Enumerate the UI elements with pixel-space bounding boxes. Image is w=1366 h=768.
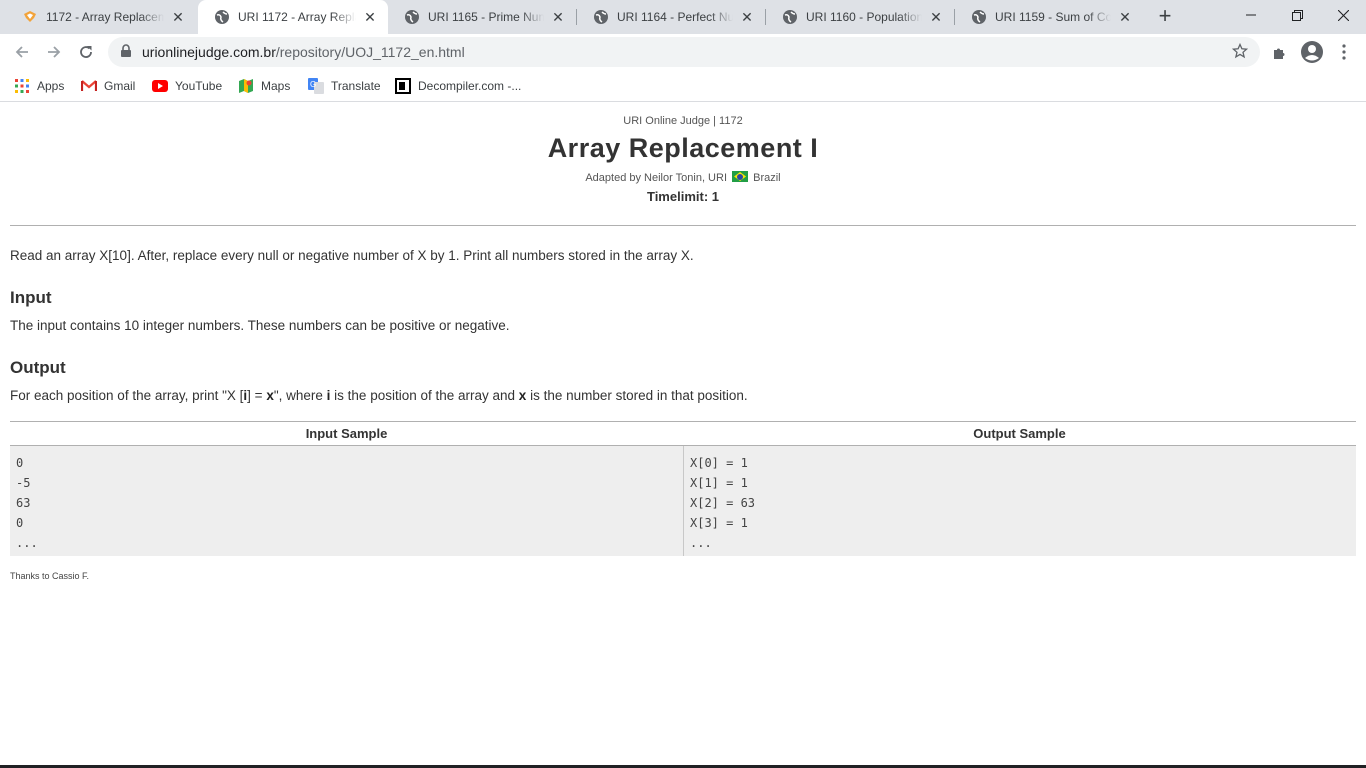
minimize-button[interactable] (1228, 0, 1274, 30)
close-icon[interactable]: ✕ (362, 9, 378, 25)
bookmark-label: YouTube (175, 79, 223, 93)
close-icon[interactable]: ✕ (928, 9, 944, 25)
sample-line: X[2] = 63 (690, 496, 756, 510)
bookmark-label: Translate (331, 79, 381, 93)
brazil-flag-icon (732, 171, 749, 182)
breadcrumb: URI Online Judge | 1172 (623, 115, 743, 127)
output-text: is the position of the array and (330, 388, 519, 403)
decompiler-icon (395, 78, 411, 94)
input-description: The input contains 10 integer numbers. T… (10, 318, 510, 333)
sample-line: 0 (16, 456, 24, 470)
browser-toolbar: urionlinejudge.com.br/repository/UOJ_117… (0, 34, 1366, 70)
output-text: ", where (273, 388, 327, 403)
extensions-puzzle-icon[interactable] (1268, 40, 1292, 64)
bookmark-maps[interactable]: Maps (238, 77, 290, 95)
sample-line: ... (16, 536, 38, 550)
input-heading: Input (10, 288, 52, 307)
input-sample-block[interactable]: 0 -5 63 0 ... (10, 446, 683, 556)
bookmark-label: Apps (37, 79, 65, 93)
thanks-note: Thanks to Cassio F. (10, 571, 90, 581)
tab-uri-1159[interactable]: URI 1159 - Sum of Cons ✕ (955, 0, 1143, 34)
tab-1172-array-replacement[interactable]: 1172 - Array Replaceme ✕ (6, 0, 196, 34)
tab-title: URI 1172 - Array Replac (238, 10, 356, 24)
output-text: For each position of the array, print "X… (10, 388, 244, 403)
url-path: /repository/UOJ_1172_en.html (275, 44, 465, 60)
forward-button[interactable] (40, 38, 68, 66)
problem-page: URI Online Judge | 1172 Array Replacemen… (0, 103, 1366, 765)
bookmarks-bar: Apps Gmail YouTube Maps G Translate Deco… (0, 70, 1366, 102)
translate-icon: G (308, 78, 324, 94)
bookmark-star-icon[interactable] (1231, 42, 1249, 64)
bookmark-gmail[interactable]: Gmail (81, 77, 135, 95)
author-text: Adapted by Neilor Tonin, URI (585, 172, 727, 184)
input-sample-header: Input Sample (305, 426, 388, 441)
bookmark-label: Gmail (104, 79, 136, 93)
sample-line: 0 (16, 516, 24, 530)
tab-uri-1172[interactable]: URI 1172 - Array Replac ✕ (198, 0, 388, 34)
problem-description: Read an array X[10]. After, replace ever… (10, 248, 694, 263)
maps-icon (238, 78, 254, 94)
tab-title: URI 1160 - Population I (806, 10, 922, 24)
youtube-icon (152, 78, 168, 94)
bookmark-label: Decompiler.com -... (418, 79, 522, 93)
output-text: is the number stored in that position. (526, 388, 748, 403)
close-icon[interactable]: ✕ (550, 9, 566, 25)
tab-title: URI 1164 - Perfect Num (617, 10, 733, 24)
tab-title: URI 1165 - Prime Numb (428, 10, 544, 24)
globe-icon (782, 9, 798, 25)
profile-avatar-icon[interactable] (1300, 40, 1324, 64)
sample-line: -5 (16, 476, 31, 490)
author-country: Brazil (753, 172, 781, 184)
output-text: ] = (247, 388, 267, 403)
url-domain: urionlinejudge.com.br (142, 44, 276, 60)
page-title: Array Replacement I (547, 133, 819, 163)
globe-icon (404, 9, 420, 25)
tab-uri-1164[interactable]: URI 1164 - Perfect Num ✕ (577, 0, 765, 34)
globe-icon (593, 9, 609, 25)
sample-line: 63 (16, 496, 31, 510)
bookmark-translate[interactable]: G Translate (308, 77, 381, 95)
tab-strip: 1172 - Array Replaceme ✕ URI 1172 - Arra… (0, 0, 1366, 34)
tab-uri-1165[interactable]: URI 1165 - Prime Numb ✕ (388, 0, 576, 34)
reload-button[interactable] (72, 38, 100, 66)
close-icon[interactable]: ✕ (170, 9, 186, 25)
tab-title: 1172 - Array Replaceme (46, 10, 164, 24)
bookmark-decompiler[interactable]: Decompiler.com -... (395, 77, 521, 95)
timelimit: Timelimit: 1 (646, 189, 719, 204)
sample-table: Input Sample Output Sample 0 -5 63 0 ...… (10, 421, 1356, 556)
restore-button[interactable] (1274, 0, 1320, 30)
bookmark-apps[interactable]: Apps (14, 77, 64, 95)
close-icon[interactable]: ✕ (1117, 9, 1133, 25)
bookmark-youtube[interactable]: YouTube (152, 77, 222, 95)
sample-line: X[3] = 1 (690, 516, 748, 530)
menu-kebab-icon[interactable] (1332, 40, 1356, 64)
output-description: For each position of the array, print "X… (10, 388, 748, 403)
apps-grid-icon (14, 78, 30, 94)
close-window-button[interactable] (1320, 0, 1366, 30)
close-icon[interactable]: ✕ (739, 9, 755, 25)
output-heading: Output (10, 358, 66, 377)
globe-icon (214, 9, 230, 25)
sample-line: X[1] = 1 (690, 476, 748, 490)
sample-line: ... (690, 536, 712, 550)
lock-icon[interactable] (120, 44, 132, 63)
beecrowd-favicon-icon (22, 9, 38, 25)
url-text: urionlinejudge.com.br/repository/UOJ_117… (142, 44, 465, 60)
output-var-x: x (266, 388, 274, 403)
back-button[interactable] (8, 38, 36, 66)
divider (10, 225, 1356, 226)
author-line: Adapted by Neilor Tonin, URI Brazil (0, 171, 1366, 184)
gmail-icon (81, 78, 97, 94)
new-tab-button[interactable]: + (1154, 5, 1176, 28)
output-sample-block[interactable]: X[0] = 1 X[1] = 1 X[2] = 63 X[3] = 1 ... (684, 446, 1356, 556)
address-bar[interactable]: urionlinejudge.com.br/repository/UOJ_117… (108, 37, 1260, 67)
globe-icon (971, 9, 987, 25)
svg-text:G: G (310, 80, 316, 89)
output-sample-header: Output Sample (973, 426, 1066, 441)
tab-title: URI 1159 - Sum of Cons (995, 10, 1111, 24)
bookmark-label: Maps (261, 79, 291, 93)
sample-line: X[0] = 1 (690, 456, 748, 470)
tab-uri-1160[interactable]: URI 1160 - Population I ✕ (766, 0, 954, 34)
